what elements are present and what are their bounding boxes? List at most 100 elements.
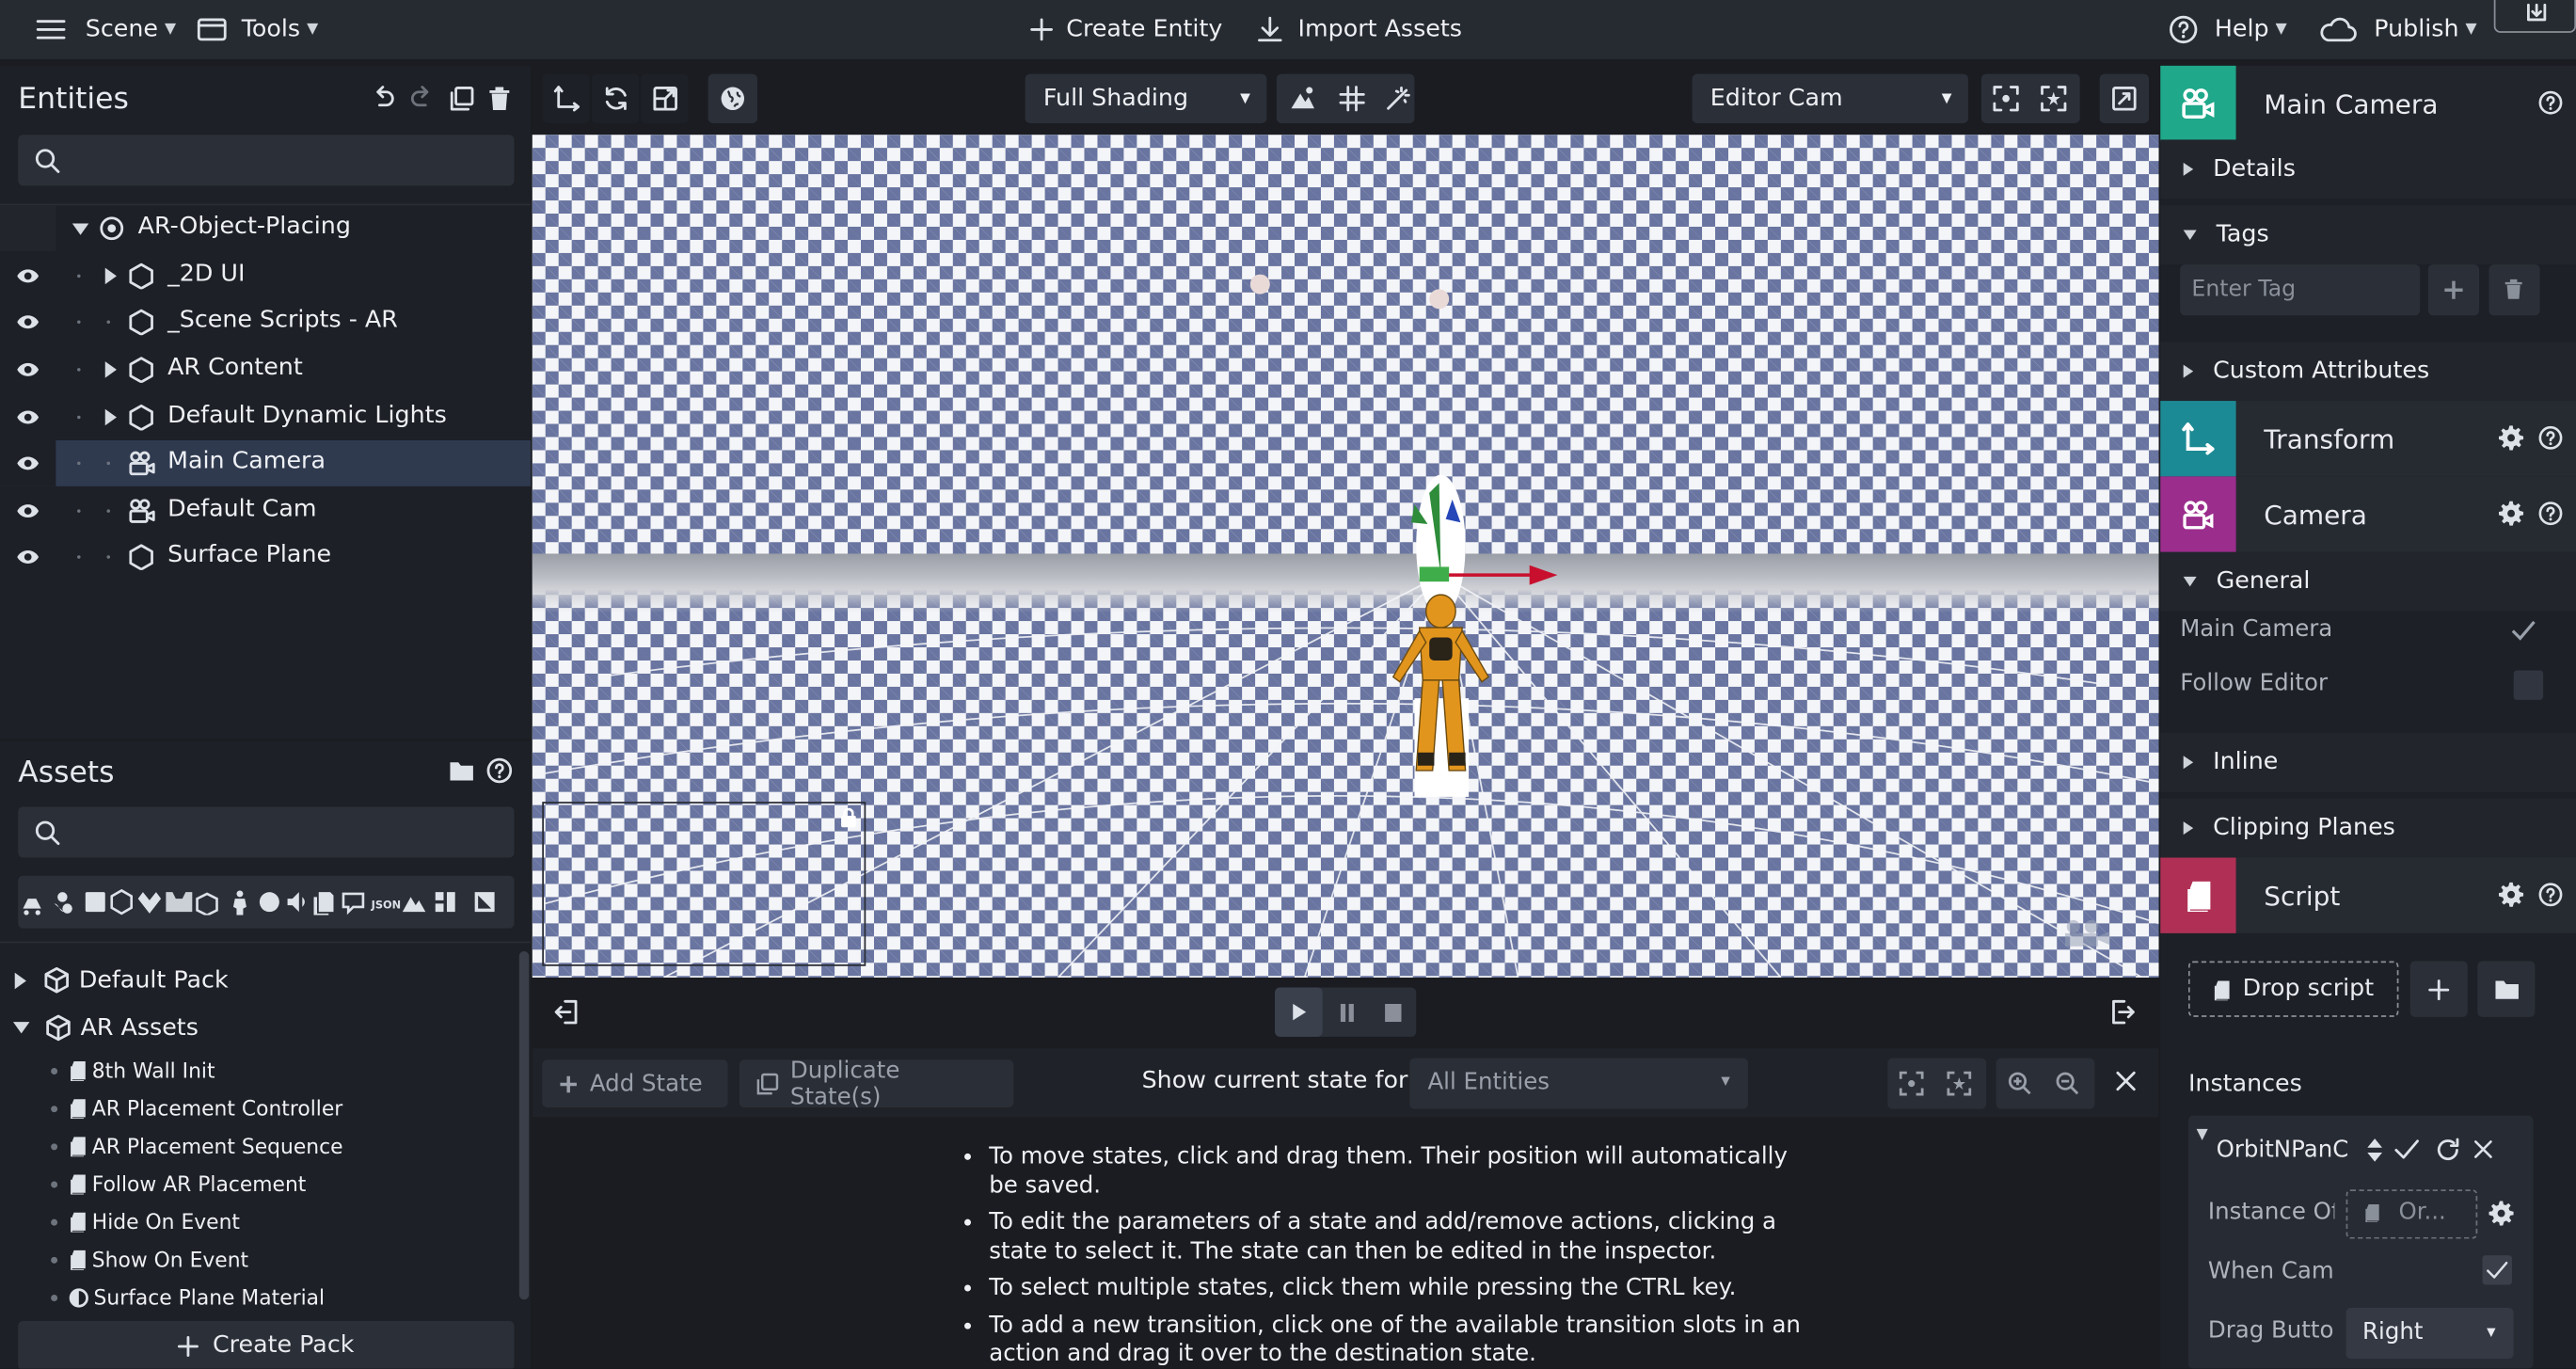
- tags-section[interactable]: Tags: [2160, 205, 2576, 265]
- help-circle-icon[interactable]: [486, 757, 513, 784]
- browse-script-button[interactable]: [2477, 961, 2536, 1017]
- pack-row-default[interactable]: Default Pack: [0, 962, 229, 999]
- transform-component-header[interactable]: Transform: [2160, 401, 2576, 477]
- asset-item[interactable]: 8th Wall Init: [51, 1052, 215, 1090]
- entity-filter-select[interactable]: All Entities ▼: [1409, 1058, 1748, 1109]
- expand-arrow-icon[interactable]: [104, 361, 117, 378]
- grid-icon[interactable]: [1339, 86, 1365, 112]
- asset-item[interactable]: Follow AR Placement: [51, 1165, 306, 1202]
- asset-item[interactable]: Show On Event: [51, 1240, 248, 1278]
- entity-row-default-cam[interactable]: Default Cam: [0, 488, 531, 534]
- expand-arrow-icon[interactable]: [104, 267, 117, 285]
- eye-icon[interactable]: [16, 314, 40, 330]
- checkmark-icon[interactable]: [2510, 619, 2536, 641]
- scale-tool-button[interactable]: [641, 73, 689, 123]
- add-script-button[interactable]: [2409, 961, 2468, 1017]
- pause-icon[interactable]: [1339, 1003, 1355, 1023]
- lighting-icon[interactable]: [1290, 86, 1316, 112]
- asset-item[interactable]: AR Placement Controller: [51, 1090, 342, 1127]
- shading-select[interactable]: Full Shading ▼: [1025, 73, 1267, 123]
- undo-icon[interactable]: [370, 86, 396, 112]
- details-section[interactable]: Details: [2160, 139, 2576, 199]
- close-icon[interactable]: [2473, 1138, 2494, 1160]
- eye-icon[interactable]: [16, 361, 40, 377]
- entity-row-main-camera[interactable]: Main Camera: [0, 439, 532, 486]
- collapse-arrow-icon[interactable]: ▼: [2197, 1127, 2208, 1143]
- publish-menu[interactable]: Publish ▼: [2318, 0, 2477, 57]
- magic-wand-icon[interactable]: [1385, 86, 1411, 112]
- script-component-header[interactable]: Script: [2160, 857, 2576, 933]
- expand-arrow-icon[interactable]: [12, 1022, 30, 1034]
- folder-icon[interactable]: [449, 759, 475, 782]
- expand-arrow-icon[interactable]: [104, 408, 117, 426]
- clipping-planes-section[interactable]: Clipping Planes: [2160, 798, 2576, 858]
- stop-icon[interactable]: [1385, 1003, 1402, 1023]
- zoom-out-icon[interactable]: [2055, 1072, 2079, 1096]
- add-state-button[interactable]: Add State: [542, 1059, 728, 1107]
- duplicate-icon[interactable]: [449, 86, 475, 112]
- custom-attributes-section[interactable]: Custom Attributes: [2160, 342, 2576, 402]
- frame-all-icon[interactable]: [2041, 86, 2067, 112]
- close-icon[interactable]: [2114, 1070, 2137, 1092]
- lock-icon[interactable]: [839, 806, 857, 828]
- play-button[interactable]: [1275, 987, 1323, 1037]
- assets-scrollbar[interactable]: [518, 951, 530, 1300]
- general-section[interactable]: General: [2160, 551, 2576, 612]
- maximize-viewport-button[interactable]: [2099, 73, 2150, 123]
- pack-row-ar-assets[interactable]: AR Assets: [0, 1009, 199, 1046]
- add-tag-button[interactable]: [2427, 264, 2480, 316]
- instance-of-field[interactable]: Or...: [2345, 1189, 2478, 1239]
- camera-component-header[interactable]: Camera: [2160, 476, 2576, 552]
- state-editor-canvas[interactable]: To move states, click and drag them. The…: [532, 1117, 2159, 1369]
- trash-icon[interactable]: [488, 86, 511, 112]
- entities-search-input[interactable]: [18, 135, 515, 186]
- help-circle-icon[interactable]: [2538, 425, 2563, 450]
- asset-item[interactable]: Surface Plane Material: [51, 1279, 325, 1316]
- eye-icon[interactable]: [16, 502, 40, 518]
- drag-button-select[interactable]: Right ▼: [2345, 1307, 2514, 1360]
- import-assets-button[interactable]: Import Assets: [1257, 0, 1462, 57]
- collapse-right-icon[interactable]: [2109, 999, 2136, 1026]
- inline-section[interactable]: Inline: [2160, 732, 2576, 792]
- assets-search-input[interactable]: [18, 806, 515, 858]
- entity-row-root[interactable]: AR-Object-Placing: [0, 205, 531, 252]
- scene-viewport[interactable]: [532, 135, 2159, 978]
- help-circle-icon[interactable]: [2538, 883, 2563, 907]
- tag-input[interactable]: Enter Tag: [2180, 264, 2421, 316]
- entity-row-2d-ui[interactable]: _2D UI: [0, 253, 531, 299]
- entity-row-surface-plane[interactable]: Surface Plane: [0, 534, 531, 581]
- eye-icon[interactable]: [16, 268, 40, 284]
- when-camera-checkbox[interactable]: [2482, 1255, 2512, 1285]
- redo-icon[interactable]: [409, 86, 436, 112]
- frame-selection-icon[interactable]: [1993, 86, 2019, 112]
- expand-arrow-icon[interactable]: [14, 971, 26, 989]
- help-circle-icon[interactable]: [2538, 90, 2563, 115]
- checkmark-icon[interactable]: [2393, 1138, 2420, 1160]
- expand-arrow-icon[interactable]: [72, 223, 89, 235]
- frame-selection-icon[interactable]: [1899, 1071, 1924, 1096]
- eye-icon[interactable]: [16, 549, 40, 565]
- eye-icon[interactable]: [16, 455, 40, 471]
- scene-menu[interactable]: Scene ▼: [36, 0, 176, 57]
- eye-icon[interactable]: [16, 409, 40, 425]
- gear-icon[interactable]: [2498, 882, 2524, 907]
- entity-row-default-dynamic-lights[interactable]: Default Dynamic Lights: [0, 394, 531, 440]
- entity-name[interactable]: Main Camera: [2264, 88, 2438, 119]
- frame-all-icon[interactable]: [1947, 1071, 1972, 1096]
- tools-menu[interactable]: Tools ▼: [197, 0, 318, 57]
- delete-tag-button[interactable]: [2489, 264, 2540, 316]
- help-circle-icon[interactable]: [2538, 501, 2563, 526]
- zoom-in-icon[interactable]: [2008, 1072, 2032, 1096]
- collapse-left-icon[interactable]: [553, 999, 580, 1026]
- create-pack-button[interactable]: Create Pack: [18, 1320, 515, 1369]
- translate-tool-button[interactable]: [542, 73, 590, 123]
- help-menu[interactable]: Help ▼: [2169, 0, 2287, 57]
- create-entity-button[interactable]: Create Entity: [1030, 0, 1222, 57]
- save-button[interactable]: [2493, 0, 2576, 33]
- rotate-tool-button[interactable]: [591, 73, 640, 123]
- duplicate-state-button[interactable]: Duplicate State(s): [739, 1058, 1014, 1110]
- reload-icon[interactable]: [2435, 1137, 2461, 1163]
- entity-row-ar-content[interactable]: AR Content: [0, 346, 531, 392]
- gear-icon[interactable]: [2498, 501, 2524, 526]
- gear-icon[interactable]: [2489, 1201, 2514, 1226]
